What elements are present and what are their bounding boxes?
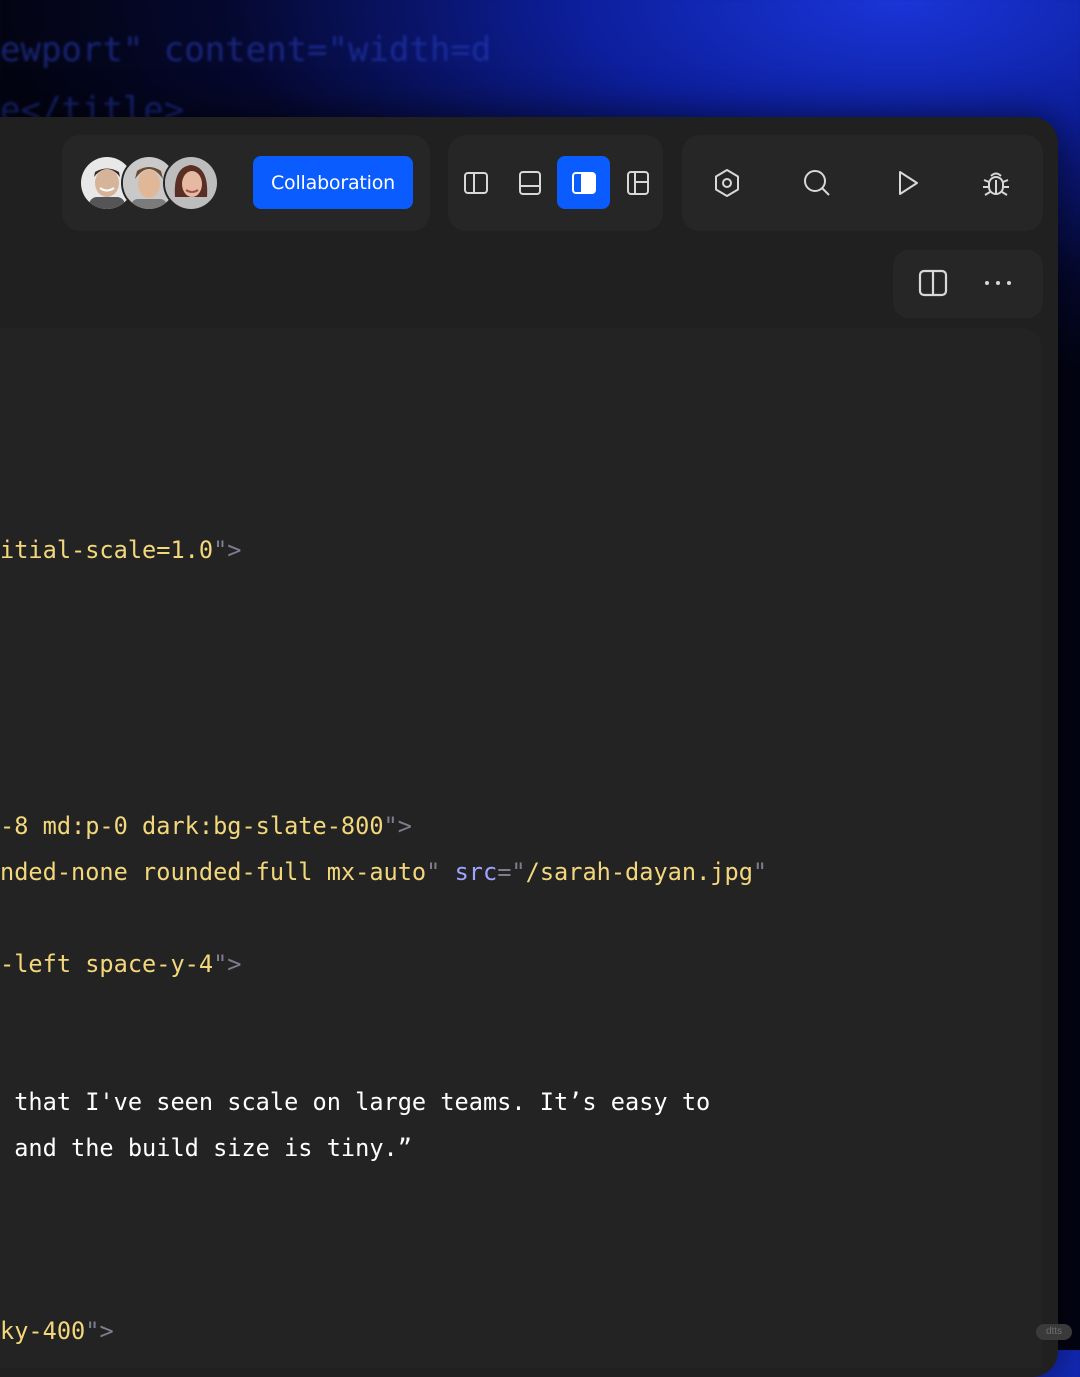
split-view-button[interactable] bbox=[907, 257, 959, 309]
code-line: itial-scale=1.0"> bbox=[0, 536, 242, 564]
code-editor[interactable] bbox=[0, 328, 1042, 1368]
watermark: dtts bbox=[1036, 1324, 1072, 1340]
code-punctuation: "> bbox=[85, 1317, 114, 1345]
avatar-stack[interactable] bbox=[79, 155, 219, 211]
code-string: -left space-y-4 bbox=[0, 950, 214, 978]
code-string: ky-400 bbox=[0, 1317, 86, 1345]
code-string: nded-none rounded-full mx-auto bbox=[0, 858, 427, 886]
bug-icon bbox=[982, 172, 1009, 196]
layout-grid-icon bbox=[626, 170, 649, 195]
sidebar-left-button[interactable] bbox=[449, 156, 502, 209]
code-punctuation: "> bbox=[383, 812, 412, 840]
code-line: -8 md:p-0 dark:bg-slate-800"> bbox=[0, 812, 412, 840]
code-line: and the build size is tiny.” bbox=[0, 1134, 412, 1162]
settings-button[interactable] bbox=[700, 156, 753, 209]
code-string: /sarah-dayan.jpg bbox=[525, 858, 753, 886]
columns-button[interactable] bbox=[557, 156, 610, 209]
play-icon bbox=[898, 170, 918, 195]
code-punctuation: " bbox=[426, 858, 441, 886]
settings-icon bbox=[714, 168, 739, 197]
code-attribute: src bbox=[454, 858, 498, 886]
code-string: itial-scale=1.0 bbox=[0, 536, 214, 564]
code-line: that I've seen scale on large teams. It’… bbox=[0, 1088, 711, 1116]
panel-bottom-icon bbox=[518, 170, 541, 195]
more-icon bbox=[985, 281, 1011, 285]
sidebar-left-icon bbox=[463, 171, 488, 194]
play-button[interactable] bbox=[880, 156, 933, 209]
split-view-icon bbox=[918, 269, 948, 297]
columns-active-icon bbox=[571, 171, 596, 194]
code-string: -8 md:p-0 dark:bg-slate-800 bbox=[0, 812, 384, 840]
background-code-line-1: ewport" content="width=d bbox=[0, 30, 492, 70]
panel-bottom-button[interactable] bbox=[503, 156, 556, 209]
more-button[interactable] bbox=[972, 257, 1024, 309]
debug-button[interactable] bbox=[969, 156, 1022, 209]
search-button[interactable] bbox=[790, 156, 843, 209]
code-punctuation: " bbox=[752, 858, 768, 886]
code-line: ky-400"> bbox=[0, 1317, 114, 1345]
code-line: -left space-y-4"> bbox=[0, 950, 242, 978]
code-line: nded-none rounded-full mx-auto" src="/sa… bbox=[0, 858, 767, 886]
code-punctuation: "> bbox=[213, 536, 242, 564]
layout-grid-button[interactable] bbox=[611, 156, 664, 209]
collaboration-button[interactable]: Collaboration bbox=[253, 156, 413, 209]
avatar[interactable] bbox=[163, 155, 219, 211]
search-icon bbox=[803, 169, 830, 196]
code-punctuation: "> bbox=[213, 950, 242, 978]
code-punctuation: =" bbox=[497, 858, 526, 886]
